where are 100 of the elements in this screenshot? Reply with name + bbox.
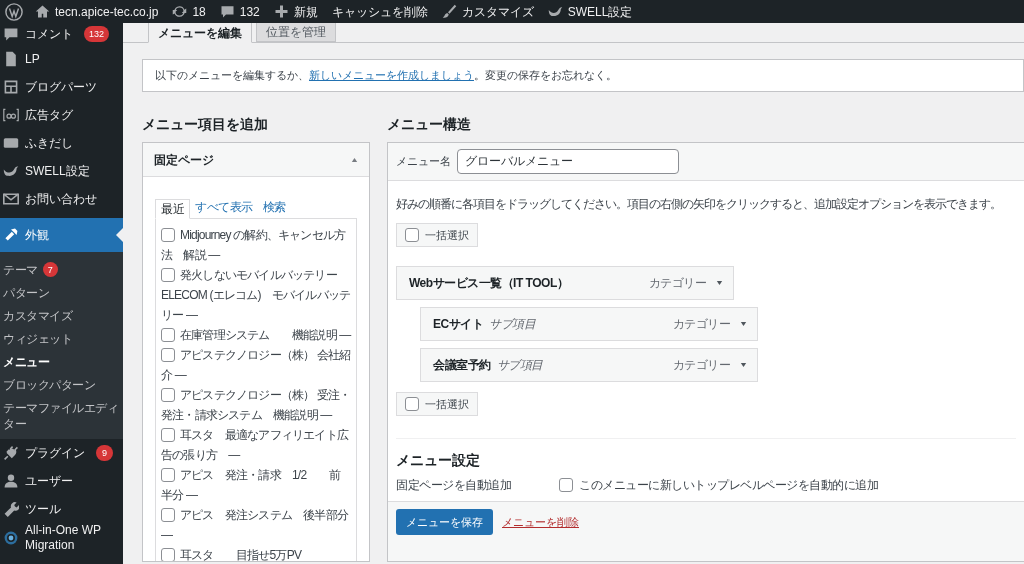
menu-name-field[interactable]: グローバルメニュー (457, 149, 679, 174)
notice-text: 以下のメニューを編集するか、新しいメニューを作成しましょう。変更の保存をお忘れなく。 (155, 68, 617, 84)
expand-arrow-icon[interactable] (740, 362, 747, 368)
sidebar-item[interactable]: 外観 (0, 218, 123, 252)
panel-title: 固定ページ (154, 151, 214, 169)
sidebar-item[interactable]: プラグイン 9 (0, 439, 123, 467)
delete-menu-link[interactable]: メニューを削除 (502, 509, 579, 535)
tab[interactable]: 検索 (257, 198, 291, 218)
section-heading: メニュー構造 (387, 115, 472, 134)
sidebar-item[interactable]: お問い合わせ (0, 185, 123, 213)
mail-icon (3, 191, 19, 207)
menu-item-bar[interactable]: 会議室予約 サブ項目 カテゴリー (420, 348, 758, 382)
create-menu-link[interactable]: 新しいメニューを作成しましょう (309, 69, 474, 82)
menu-item-bar[interactable]: ECサイト サブ項目 カテゴリー (420, 307, 758, 341)
wrench-icon (3, 501, 19, 517)
checkbox[interactable] (161, 507, 175, 522)
page-option[interactable]: アピス 発注システム 後半部分 — (161, 505, 351, 545)
sidebar-item[interactable]: コメント 132 (0, 23, 123, 45)
settings-heading: メニュー設定 (396, 451, 481, 470)
migration-icon (3, 530, 19, 546)
checkbox[interactable] (161, 347, 175, 362)
admin-bar-item[interactable]: tecn.apice-tec.co.jp (28, 0, 166, 23)
page-option[interactable]: アピステクノロジー（株） 受注・発注・請求システム 機能説明 — (161, 385, 351, 425)
checkbox[interactable] (405, 228, 419, 242)
bulk-select-button[interactable]: 一括選択 (396, 392, 478, 416)
admin-bar-item[interactable]: キャッシュを削除 (324, 0, 435, 23)
checkbox[interactable] (559, 478, 573, 492)
page-option[interactable]: 耳スタ 最適なアフィリエイト広告の張り方 — (161, 425, 351, 465)
submenu-item[interactable]: カスタマイズ (0, 304, 123, 327)
checkbox[interactable] (405, 397, 419, 411)
checkbox[interactable] (161, 227, 175, 242)
menu-item-title: 会議室予約 (433, 357, 491, 374)
auto-add-option[interactable]: このメニューに新しいトップレベルページを自動的に追加 (559, 476, 878, 494)
menu-item-title: ECサイト (433, 316, 484, 333)
count-badge: 9 (96, 445, 113, 461)
collapse-arrow-icon[interactable] (351, 156, 358, 163)
setting-label: 固定ページを自動追加 (396, 477, 512, 494)
sidebar-item[interactable]: ユーザー (0, 467, 123, 495)
instructions-text: 好みの順番に各項目をドラッグしてください。項目の右側の矢印をクリックすると、追加設定オプションを表示できます。 (396, 196, 1002, 213)
tab[interactable]: 最近 (155, 199, 190, 219)
home-icon (35, 4, 50, 19)
submenu-item[interactable]: ブロックパターン (0, 373, 123, 396)
menu-pointer-icon (116, 228, 123, 242)
page-option[interactable]: アピス 発注・請求 1/2 前半分 — (161, 465, 351, 505)
count-badge: 7 (42, 262, 58, 277)
checkbox[interactable] (161, 387, 175, 402)
bulk-select-button[interactable]: 一括選択 (396, 223, 478, 247)
submenu-item[interactable]: テーマファイルエディター (0, 396, 123, 435)
submenu-item[interactable]: パターン (0, 281, 123, 304)
sub-item-label: サブ項目 (489, 316, 536, 333)
section-heading: メニュー項目を追加 (142, 115, 269, 134)
brush-icon (441, 4, 457, 19)
save-menu-button[interactable]: メニューを保存 (396, 509, 493, 535)
checkbox[interactable] (161, 327, 175, 342)
plus-icon (273, 4, 289, 19)
sidebar-item[interactable]: SWELL設定 (0, 157, 123, 185)
admin-bar-item[interactable]: SWELL設定 (540, 0, 640, 23)
admin-bar-item[interactable]: 18 (165, 0, 213, 23)
checkbox[interactable] (161, 467, 175, 482)
page-icon (3, 51, 19, 67)
tab[interactable]: すべて表示 (190, 198, 258, 218)
checkbox[interactable] (161, 547, 175, 561)
sub-item-label: サブ項目 (496, 357, 543, 374)
submenu-item[interactable]: ウィジェット (0, 327, 123, 350)
item-type-label: カテゴリー (672, 316, 730, 333)
page-option[interactable]: 在庫管理システム 機能説明 — (161, 325, 351, 345)
menu-item-title: Webサービス一覧（IT TOOL） (409, 275, 569, 292)
page-option[interactable]: 発火しないモバイルバッテリー ELECOM (エレコム) モバイルバッテリー — (161, 265, 351, 325)
submenu-item[interactable]: テーマ 7 (0, 258, 123, 281)
admin-bar-item[interactable]: 新規 (266, 0, 325, 23)
sidebar-item[interactable]: All-in-One WP Migration (0, 523, 123, 553)
sidebar-item[interactable]: ツール (0, 495, 123, 523)
sidebar-item[interactable]: 広告タグ (0, 101, 123, 129)
checkbox[interactable] (161, 427, 175, 442)
speech-bubble-icon (3, 135, 19, 151)
user-icon (3, 473, 19, 489)
count-badge: 132 (84, 26, 110, 42)
sidebar-item[interactable]: ブログパーツ (0, 73, 123, 101)
expand-arrow-icon[interactable] (716, 280, 723, 286)
field-label: メニュー名 (396, 154, 451, 170)
refresh-icon (172, 4, 188, 19)
admin-bar-item[interactable]: カスタマイズ (434, 0, 541, 23)
submenu-item[interactable]: メニュー (0, 350, 123, 373)
menu-item-bar[interactable]: Webサービス一覧（IT TOOL） カテゴリー (396, 266, 734, 300)
item-type-label: カテゴリー (672, 357, 730, 374)
page-option[interactable]: Midjourney の解約、キャンセル方法 解説 — (161, 225, 351, 265)
admin-bar-item[interactable]: 132 (212, 0, 267, 23)
layout-icon (3, 79, 19, 95)
comment-icon (3, 26, 19, 42)
tab[interactable]: 位置を管理 (256, 23, 336, 42)
expand-arrow-icon[interactable] (740, 321, 747, 327)
tab[interactable]: メニューを編集 (148, 23, 252, 43)
page-option[interactable]: 耳スタ 目指せ5万PV (161, 545, 351, 561)
ad-icon (3, 107, 19, 123)
item-type-label: カテゴリー (648, 275, 706, 292)
sidebar-item[interactable]: ふきだし (0, 129, 123, 157)
checkbox[interactable] (161, 267, 175, 282)
comment-icon (219, 4, 235, 19)
page-option[interactable]: アピステクノロジー（株） 会社紹介 — (161, 345, 351, 385)
sidebar-item[interactable]: LP (0, 45, 123, 73)
